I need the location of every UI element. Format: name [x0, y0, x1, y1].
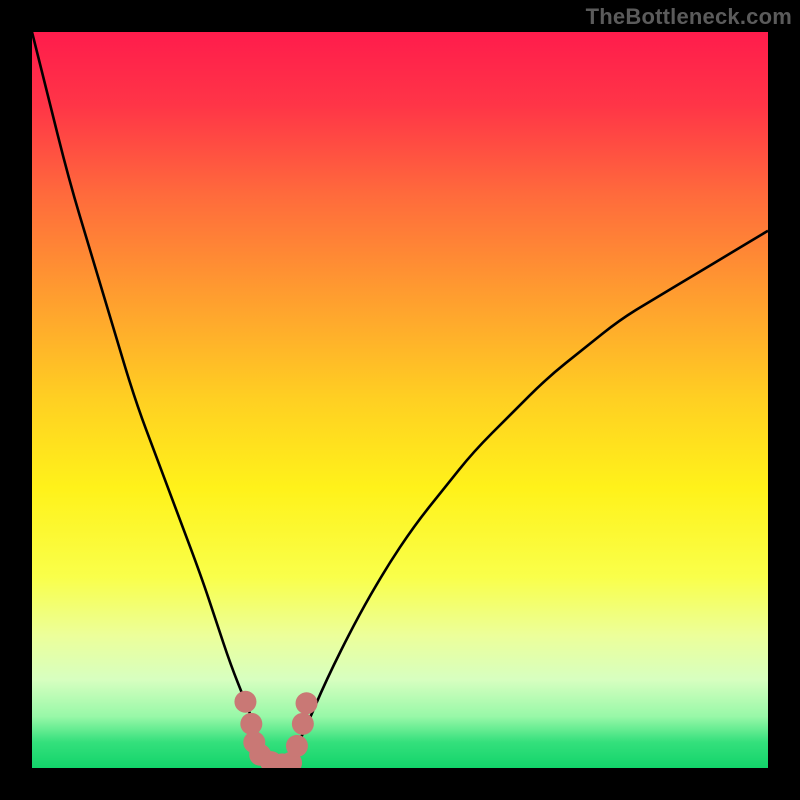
plot-area — [32, 32, 768, 768]
curve-marker — [234, 691, 256, 713]
gradient-background — [32, 32, 768, 768]
curve-marker — [292, 713, 314, 735]
chart-svg — [32, 32, 768, 768]
curve-marker — [286, 735, 308, 757]
chart-frame: TheBottleneck.com — [0, 0, 800, 800]
watermark-text: TheBottleneck.com — [586, 4, 792, 30]
curve-marker — [296, 692, 318, 714]
curve-marker — [240, 713, 262, 735]
